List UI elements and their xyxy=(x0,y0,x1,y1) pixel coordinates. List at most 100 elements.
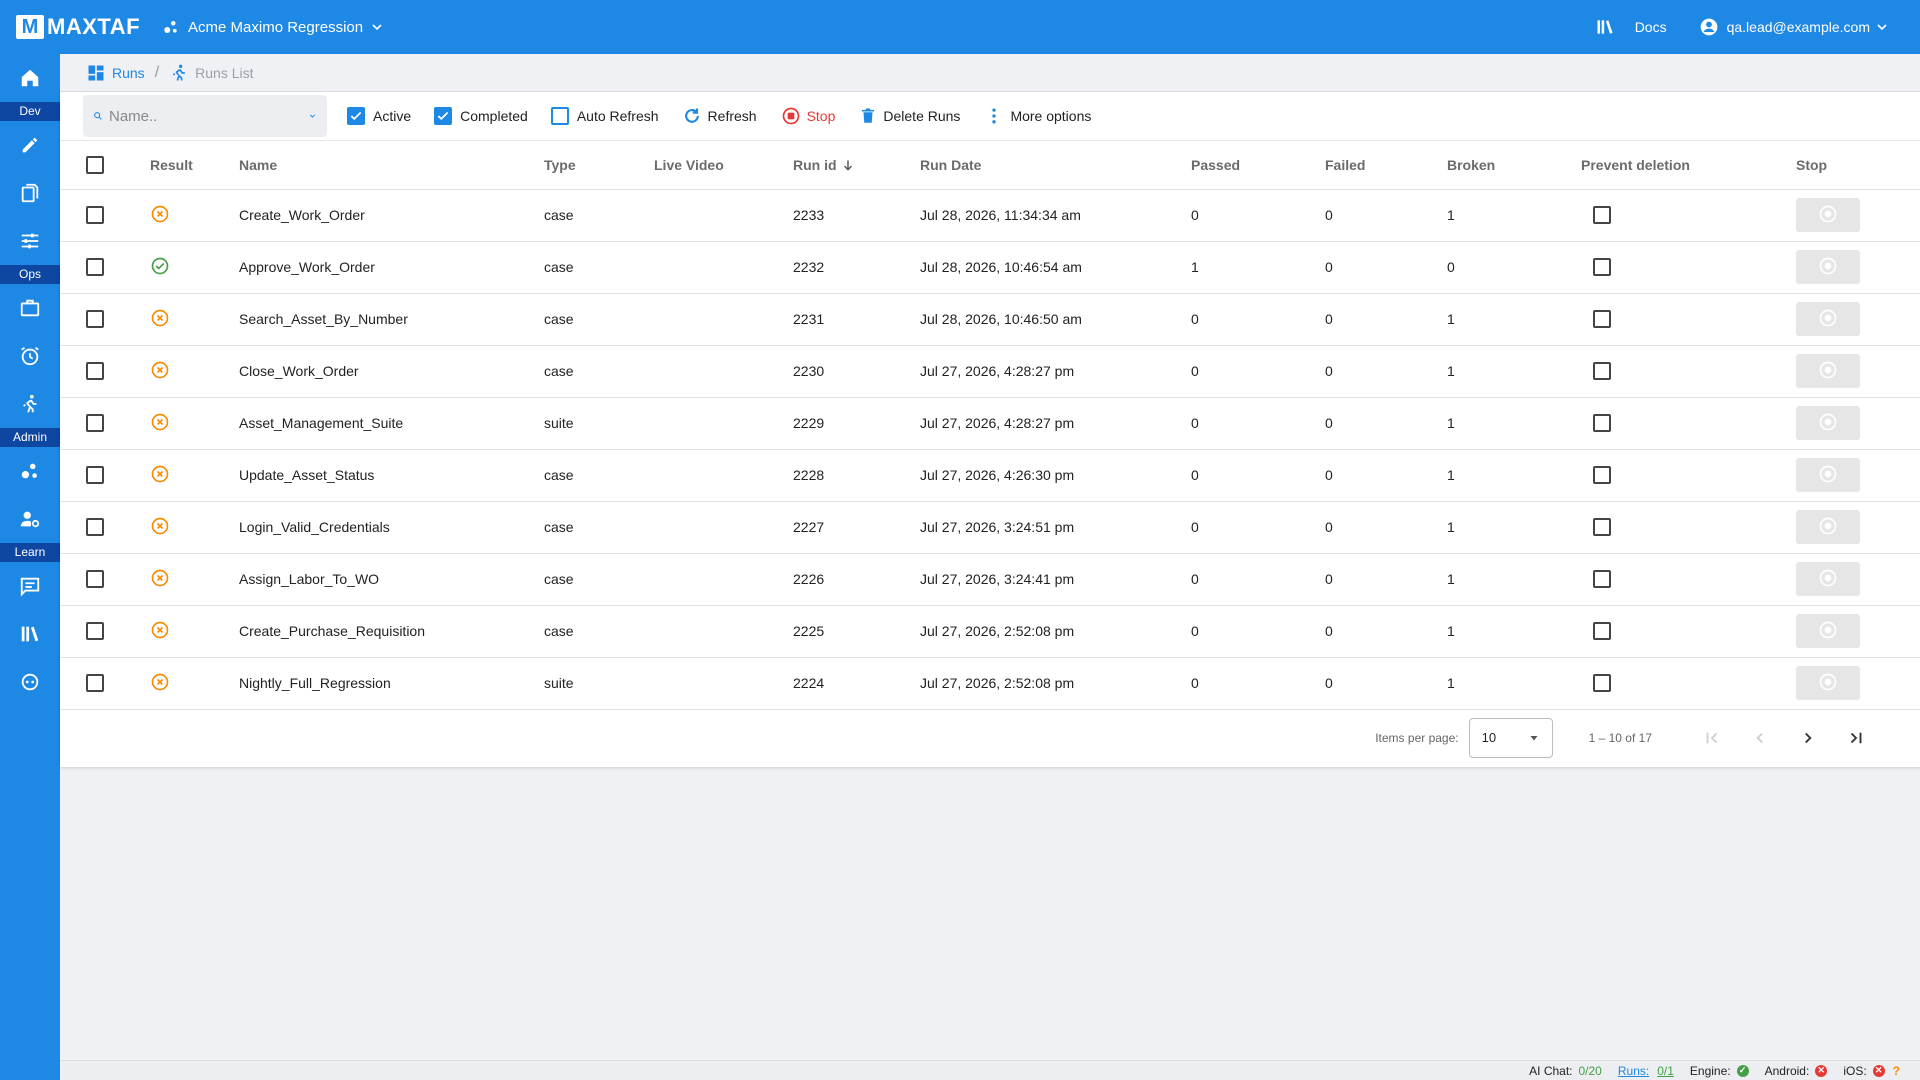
more-options-button[interactable]: More options xyxy=(984,106,1091,126)
row-select-checkbox[interactable] xyxy=(86,362,104,381)
prevent-deletion-checkbox[interactable] xyxy=(1593,466,1611,485)
prevent-deletion-checkbox[interactable] xyxy=(1593,310,1611,329)
prevent-deletion-cell xyxy=(1581,501,1796,554)
sidebar-item-user-settings[interactable] xyxy=(0,495,60,543)
name-cell[interactable]: Create_Work_Order xyxy=(239,189,544,242)
sidebar-item-home[interactable] xyxy=(0,54,60,102)
row-select-checkbox[interactable] xyxy=(86,622,104,641)
prevent-deletion-checkbox[interactable] xyxy=(1593,414,1611,433)
row-stop-button[interactable] xyxy=(1796,354,1860,388)
stop-button[interactable]: Stop xyxy=(781,106,835,126)
row-select-checkbox[interactable] xyxy=(86,466,104,485)
prevent-deletion-checkbox[interactable] xyxy=(1593,206,1611,225)
table-row[interactable]: Close_Work_Order case 2230 Jul 27, 2026, 4:… xyxy=(60,345,1920,398)
last-page-button[interactable] xyxy=(1832,718,1880,758)
sidebar-item-runs[interactable] xyxy=(0,380,60,428)
completed-filter-checkbox[interactable]: Completed xyxy=(434,107,528,125)
row-stop-button[interactable] xyxy=(1796,302,1860,336)
items-per-page-select[interactable]: 10 xyxy=(1468,717,1553,758)
user-menu[interactable]: qa.lead@example.com xyxy=(1699,17,1890,37)
sidebar-item-work[interactable] xyxy=(0,284,60,332)
sidebar-item-edit[interactable] xyxy=(0,121,60,169)
prevent-deletion-checkbox[interactable] xyxy=(1593,258,1611,277)
prevent-deletion-checkbox[interactable] xyxy=(1593,622,1611,641)
next-page-button[interactable] xyxy=(1784,718,1832,758)
sidebar-item-support[interactable] xyxy=(0,658,60,706)
row-select-checkbox[interactable] xyxy=(86,570,104,589)
row-select-checkbox[interactable] xyxy=(86,206,104,225)
name-cell[interactable]: Search_Asset_By_Number xyxy=(239,293,544,346)
row-stop-button[interactable] xyxy=(1796,562,1860,596)
row-select-checkbox[interactable] xyxy=(86,258,104,277)
select-all-checkbox[interactable] xyxy=(86,155,104,174)
first-page-button[interactable] xyxy=(1688,718,1736,758)
row-select-checkbox[interactable] xyxy=(86,310,104,329)
sidebar-item-documents[interactable] xyxy=(0,169,60,217)
runs-status-label[interactable]: Runs: xyxy=(1618,1064,1649,1078)
refresh-button[interactable]: Refresh xyxy=(682,106,757,126)
result-cell xyxy=(136,189,239,242)
header-failed[interactable]: Failed xyxy=(1325,141,1447,190)
row-stop-button[interactable] xyxy=(1796,614,1860,648)
prevent-deletion-checkbox[interactable] xyxy=(1593,674,1611,693)
table-row[interactable]: Login_Valid_Credentials case 2227 Jul 27, 2… xyxy=(60,501,1920,554)
table-row[interactable]: Asset_Management_Suite suite 2229 Jul 27, 2… xyxy=(60,397,1920,450)
live-video-cell xyxy=(654,397,793,450)
name-cell[interactable]: Nightly_Full_Regression xyxy=(239,657,544,710)
table-row[interactable]: Search_Asset_By_Number case 2231 Jul 28, 20… xyxy=(60,293,1920,346)
docs-link[interactable]: Docs xyxy=(1595,17,1667,37)
name-cell[interactable]: Update_Asset_Status xyxy=(239,449,544,502)
prevent-deletion-checkbox[interactable] xyxy=(1593,362,1611,381)
sidebar-item-tune[interactable] xyxy=(0,217,60,265)
auto-refresh-checkbox[interactable]: Auto Refresh xyxy=(550,107,659,125)
header-run-date[interactable]: Run Date xyxy=(920,141,1191,190)
name-cell[interactable]: Close_Work_Order xyxy=(239,345,544,398)
sidebar-item-schedules[interactable] xyxy=(0,332,60,380)
name-cell[interactable]: Create_Purchase_Requisition xyxy=(239,605,544,658)
delete-runs-button[interactable]: Delete Runs xyxy=(859,106,960,126)
type-cell: case xyxy=(544,189,654,242)
search-box[interactable] xyxy=(83,95,327,137)
sidebar-item-projects[interactable] xyxy=(0,447,60,495)
project-selector[interactable]: Acme Maximo Regression xyxy=(162,18,393,36)
table-row[interactable]: Nightly_Full_Regression suite 2224 Jul 27, … xyxy=(60,657,1920,710)
name-cell[interactable]: Asset_Management_Suite xyxy=(239,397,544,450)
name-cell[interactable]: Login_Valid_Credentials xyxy=(239,501,544,554)
row-stop-button[interactable] xyxy=(1796,510,1860,544)
breadcrumb-runs[interactable]: Runs xyxy=(86,63,145,83)
header-run-id[interactable]: Run id xyxy=(793,141,920,190)
type-cell: suite xyxy=(544,657,654,710)
active-filter-checkbox[interactable]: Active xyxy=(347,107,411,125)
header-name[interactable]: Name xyxy=(239,141,544,190)
prevent-deletion-checkbox[interactable] xyxy=(1593,518,1611,537)
logo[interactable]: M MAXTAF xyxy=(16,14,140,40)
name-cell[interactable]: Assign_Labor_To_WO xyxy=(239,553,544,606)
chevron-down-icon[interactable] xyxy=(308,107,317,125)
table-row[interactable]: Create_Work_Order case 2233 Jul 28, 2026, 1… xyxy=(60,189,1920,242)
row-stop-button[interactable] xyxy=(1796,666,1860,700)
table-row[interactable]: Create_Purchase_Requisition case 2225 Jul 2… xyxy=(60,605,1920,658)
row-select-checkbox[interactable] xyxy=(86,674,104,693)
runs-status[interactable]: Runs: 0/1 xyxy=(1618,1064,1674,1078)
sidebar-item-library[interactable] xyxy=(0,610,60,658)
previous-page-button[interactable] xyxy=(1736,718,1784,758)
row-stop-button[interactable] xyxy=(1796,406,1860,440)
runs-status-value[interactable]: 0/1 xyxy=(1657,1064,1674,1078)
header-broken[interactable]: Broken xyxy=(1447,141,1581,190)
name-cell[interactable]: Approve_Work_Order xyxy=(239,241,544,294)
table-row[interactable]: Update_Asset_Status case 2228 Jul 27, 2026,… xyxy=(60,449,1920,502)
row-select-checkbox[interactable] xyxy=(86,414,104,433)
help-icon[interactable]: ? xyxy=(1893,1064,1900,1078)
header-result[interactable]: Result xyxy=(136,141,239,190)
header-type[interactable]: Type xyxy=(544,141,654,190)
table-row[interactable]: Assign_Labor_To_WO case 2226 Jul 27, 2026, … xyxy=(60,553,1920,606)
prevent-deletion-checkbox[interactable] xyxy=(1593,570,1611,589)
header-passed[interactable]: Passed xyxy=(1191,141,1325,190)
row-stop-button[interactable] xyxy=(1796,198,1860,232)
sidebar-item-chat[interactable] xyxy=(0,562,60,610)
table-row[interactable]: Approve_Work_Order case 2232 Jul 28, 2026, … xyxy=(60,241,1920,294)
row-select-checkbox[interactable] xyxy=(86,518,104,537)
row-stop-button[interactable] xyxy=(1796,250,1860,284)
row-stop-button[interactable] xyxy=(1796,458,1860,492)
search-input[interactable] xyxy=(109,107,308,125)
